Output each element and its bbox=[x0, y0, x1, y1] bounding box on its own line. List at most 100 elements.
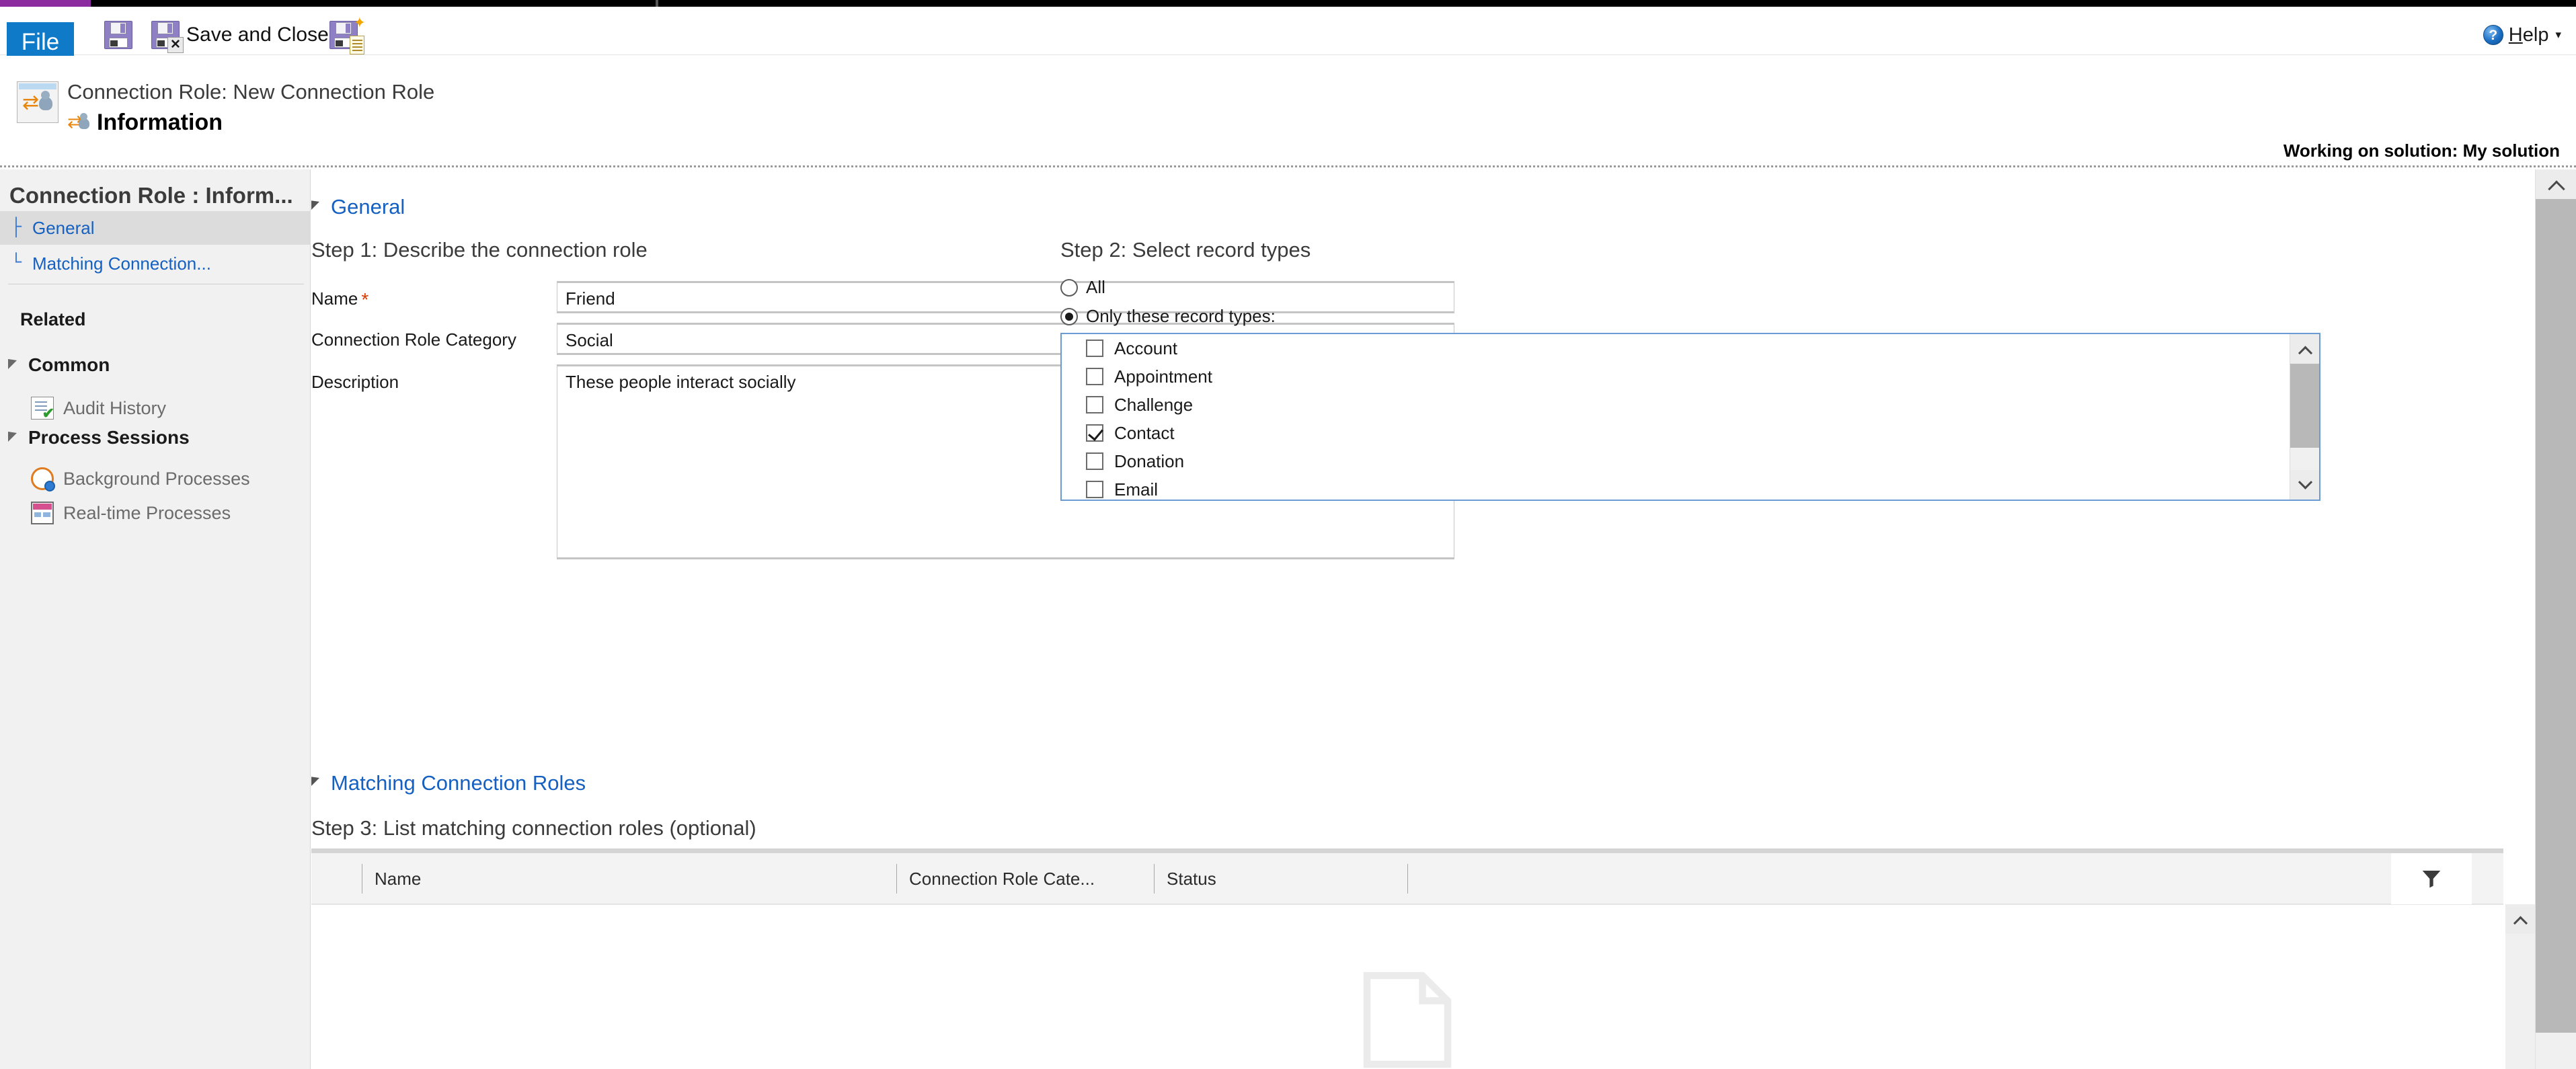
record-type-label: Appointment bbox=[1114, 366, 1212, 387]
record-types-list[interactable]: Account Appointment Challenge Contact Donati… bbox=[1060, 333, 2320, 501]
form-name: ⇄ Information bbox=[67, 110, 223, 136]
sidebar-group-common[interactable]: Common bbox=[8, 354, 110, 376]
radio-only-label: Only these record types: bbox=[1086, 306, 1276, 326]
description-label: Description bbox=[311, 372, 399, 392]
tree-branch-icon: ├ bbox=[10, 218, 22, 238]
save-floppy-icon bbox=[104, 21, 132, 49]
grid-column-name[interactable]: Name bbox=[362, 853, 421, 904]
radio-selected-icon bbox=[1060, 307, 1078, 325]
grid-scrollbar[interactable] bbox=[2505, 904, 2535, 1069]
checkbox-icon[interactable] bbox=[1086, 368, 1103, 385]
related-heading: Related bbox=[20, 309, 86, 329]
form-content: General Step 1: Describe the connection … bbox=[311, 169, 2535, 1069]
chevron-down-icon: ▾ bbox=[2555, 28, 2561, 41]
record-types-scrollbar[interactable] bbox=[2290, 334, 2319, 500]
sidebar-group-process-sessions-label: Process Sessions bbox=[28, 427, 190, 448]
section-header-matching-connection-roles[interactable]: Matching Connection Roles bbox=[311, 771, 586, 795]
record-type-label: Contact bbox=[1114, 422, 1175, 443]
sidebar-item-real-time-processes-label: Real-time Processes bbox=[63, 502, 231, 523]
matching-connection-roles-grid: Name Connection Role Cate... Status bbox=[311, 848, 2535, 1069]
help-button[interactable]: ? Help ▾ bbox=[2483, 22, 2561, 48]
sidebar-item-real-time-processes[interactable]: Real-time Processes bbox=[31, 502, 231, 524]
record-type-item[interactable]: Challenge bbox=[1062, 391, 2288, 419]
save-and-close-button[interactable]: ✕ Save and Close bbox=[151, 19, 329, 53]
page-scrollbar[interactable] bbox=[2535, 169, 2576, 1069]
checkbox-checked-icon[interactable] bbox=[1086, 424, 1103, 442]
scrollbar-thumb[interactable] bbox=[2290, 364, 2319, 448]
window-chrome-strip bbox=[0, 0, 2576, 7]
step3-heading: Step 3: List matching connection roles (… bbox=[311, 816, 756, 840]
checkbox-icon[interactable] bbox=[1086, 396, 1103, 413]
save-button[interactable] bbox=[104, 19, 132, 51]
scroll-down-button[interactable] bbox=[2290, 470, 2319, 500]
sidebar-item-audit-history-label: Audit History bbox=[63, 397, 167, 418]
step1-heading: Step 1: Describe the connection role bbox=[311, 238, 648, 262]
background-processes-icon bbox=[31, 467, 55, 491]
scroll-up-button[interactable] bbox=[2536, 169, 2576, 199]
sidebar-group-process-sessions[interactable]: Process Sessions bbox=[8, 427, 190, 448]
section-header-matching-label: Matching Connection Roles bbox=[331, 771, 586, 795]
nav-entity-title: Connection Role : Inform... bbox=[9, 183, 293, 208]
column-divider bbox=[1407, 864, 1408, 894]
record-type-label: Email bbox=[1114, 479, 1159, 500]
radio-all-record-types[interactable]: All bbox=[1060, 277, 1105, 298]
grid-column-status[interactable]: Status bbox=[1154, 853, 1216, 904]
name-label: Name * bbox=[311, 288, 369, 310]
sidebar-group-common-label: Common bbox=[28, 354, 110, 375]
help-question-icon: ? bbox=[2483, 25, 2503, 45]
page-title: Connection Role: New Connection Role bbox=[67, 80, 435, 104]
radio-only-these-record-types[interactable]: Only these record types: bbox=[1060, 306, 1276, 327]
grid-body bbox=[311, 904, 2503, 1069]
required-marker: * bbox=[361, 289, 369, 310]
scroll-up-button[interactable] bbox=[2290, 334, 2319, 364]
audit-history-icon: ✔ bbox=[31, 397, 54, 421]
window-accent-bar bbox=[0, 0, 91, 7]
sidebar-item-audit-history[interactable]: ✔ Audit History bbox=[31, 397, 167, 421]
collapse-caret-icon bbox=[8, 359, 20, 371]
save-and-close-label: Save and Close bbox=[186, 24, 329, 46]
category-label: Connection Role Category bbox=[311, 329, 516, 350]
sidebar-item-general[interactable]: ├ General bbox=[0, 211, 311, 245]
collapse-caret-icon bbox=[311, 200, 323, 214]
radio-icon bbox=[1060, 278, 1078, 296]
record-type-item[interactable]: Donation bbox=[1062, 447, 2288, 475]
grid-header-row: Name Connection Role Cate... Status bbox=[311, 848, 2503, 904]
grid-column-category[interactable]: Connection Role Cate... bbox=[896, 853, 1095, 904]
header-divider bbox=[0, 165, 2576, 167]
checkbox-icon[interactable] bbox=[1086, 481, 1103, 498]
grid-column-status-label: Status bbox=[1167, 868, 1216, 889]
grid-column-name-label: Name bbox=[375, 868, 422, 889]
tree-branch-end-icon: └ bbox=[10, 253, 22, 274]
filter-funnel-icon[interactable] bbox=[2391, 853, 2472, 904]
name-input[interactable]: Friend bbox=[557, 281, 1454, 313]
scroll-up-button[interactable] bbox=[2505, 904, 2535, 934]
section-header-general[interactable]: General bbox=[311, 195, 405, 219]
record-type-item[interactable]: Contact bbox=[1062, 419, 2288, 447]
record-type-label: Account bbox=[1114, 338, 1177, 358]
sidebar-item-background-processes-label: Background Processes bbox=[63, 468, 250, 489]
save-and-new-button[interactable]: ✦ bbox=[329, 15, 366, 54]
collapse-caret-icon bbox=[8, 432, 20, 444]
left-navigation: Connection Role : Inform... ├ General └ … bbox=[0, 169, 311, 1069]
checkbox-icon[interactable] bbox=[1086, 452, 1103, 470]
record-type-item[interactable]: Email bbox=[1062, 475, 2288, 500]
step2-heading: Step 2: Select record types bbox=[1060, 238, 1311, 262]
record-types-list-items: Account Appointment Challenge Contact Donati… bbox=[1062, 334, 2288, 500]
scrollbar-thumb[interactable] bbox=[2536, 199, 2576, 1033]
checkbox-icon[interactable] bbox=[1086, 340, 1103, 357]
sidebar-item-background-processes[interactable]: Background Processes bbox=[31, 467, 250, 491]
record-header: ⇄ Connection Role: New Connection Role ⇄… bbox=[0, 56, 2576, 161]
window-seam bbox=[656, 0, 658, 7]
save-and-new-icon: ✦ bbox=[329, 15, 366, 54]
connection-role-small-icon: ⇄ bbox=[67, 112, 90, 134]
record-type-item[interactable]: Appointment bbox=[1062, 362, 2288, 391]
save-and-close-icon: ✕ bbox=[151, 21, 184, 53]
sidebar-item-matching-connection[interactable]: └ Matching Connection... bbox=[0, 247, 311, 280]
collapse-caret-icon bbox=[311, 777, 323, 790]
grid-column-category-label: Connection Role Cate... bbox=[909, 868, 1095, 889]
record-type-label: Donation bbox=[1114, 450, 1185, 471]
help-label: Help bbox=[2508, 24, 2549, 46]
grid-column-blank[interactable] bbox=[1407, 853, 1420, 904]
sidebar-item-matching-connection-label: Matching Connection... bbox=[32, 253, 211, 274]
record-type-item[interactable]: Account bbox=[1062, 334, 2288, 362]
